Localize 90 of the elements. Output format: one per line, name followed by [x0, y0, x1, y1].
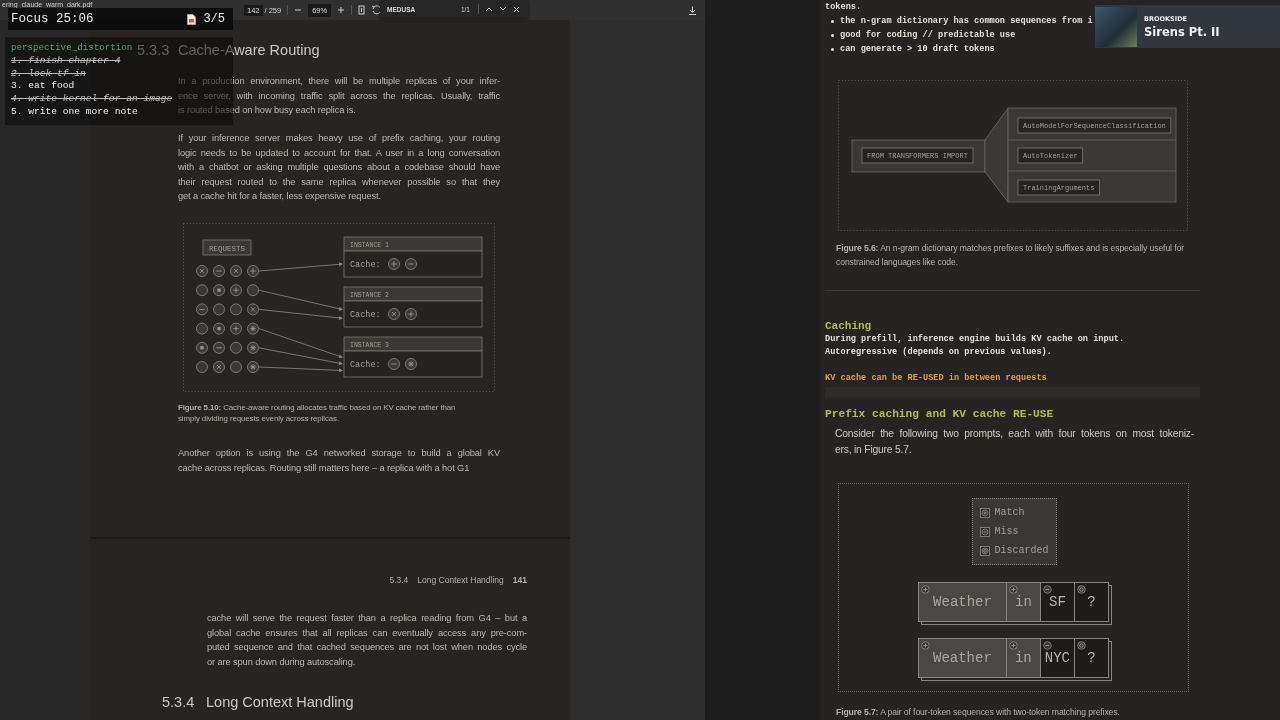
- plus-circle-icon: [230, 322, 242, 335]
- cache-label: Cache:: [350, 360, 381, 370]
- plus-circle-icon: [247, 265, 259, 277]
- legend-label: Miss: [994, 526, 1019, 537]
- page-number: 141: [512, 574, 527, 586]
- todo-item[interactable]: 1. finish chapter 4: [11, 55, 121, 68]
- chevron-down-icon[interactable]: [499, 6, 507, 12]
- asterisk-circle-icon: [247, 341, 259, 354]
- zoom-out-icon[interactable]: [294, 6, 303, 14]
- empty-circle-icon: [213, 303, 225, 316]
- download-icon[interactable]: [688, 5, 697, 15]
- note-text: good for coding // predictable use: [840, 29, 1016, 42]
- x-circle-icon: [196, 265, 208, 277]
- plus-circle-icon: [921, 585, 930, 594]
- dot-circle-icon: [196, 341, 208, 354]
- cache-label: Cache:: [350, 260, 381, 270]
- token-text: ?: [1087, 650, 1096, 666]
- note-heading: Caching: [825, 319, 872, 333]
- note-text: During prefill, inference engine builds KV cache on input.: [825, 333, 1125, 346]
- section-title: Long Context Handling: [206, 694, 354, 710]
- note-text: tokens.: [825, 1, 862, 14]
- minus-circle-icon: [196, 303, 208, 316]
- note-heading: Prefix caching and KV cache RE-USE: [825, 407, 1054, 422]
- note-text: Autoregressive (depends on previous values).: [825, 346, 1052, 359]
- fit-page-icon[interactable]: [358, 5, 366, 15]
- empty-circle-icon: [196, 361, 208, 373]
- token-text: NYC: [1044, 650, 1070, 666]
- body-paragraph: If your inference server makes heavy use of prefix caching, your routing logic needs to be updated to account for that. A user in a long conversation with a chatbot or asking multiple questions about a codebase should have their request routed to the same replica whenever possible so that they get a cache hit for a faster, less expensive request.: [178, 132, 500, 203]
- rotate-icon[interactable]: [371, 5, 382, 15]
- token-text: SF: [1049, 594, 1066, 610]
- minus-circle-icon: [213, 265, 225, 277]
- empty-circle-icon: [230, 361, 242, 373]
- timer-text: Focus 25:06: [11, 12, 94, 26]
- x-circle-icon: [230, 265, 242, 277]
- section-title: Cache-Aware Routing: [178, 42, 320, 58]
- asterisk-circle-icon: [247, 322, 259, 335]
- empty-circle-icon: [196, 284, 208, 297]
- track-title: Sirens Pt. II: [1144, 24, 1220, 39]
- figure-caption: Figure 5.7: A pair of four-token sequences with two-token matching prefixes.: [836, 706, 1120, 718]
- dot-circle-icon: [213, 284, 225, 297]
- todo-item[interactable]: 2. lock tf in: [11, 67, 86, 81]
- plus-circle-icon: [388, 258, 400, 270]
- body-paragraph: Consider the following two prompts, each with four tokens on most tokeniz- ers, in Figure 5.7.: [835, 427, 1194, 457]
- token-text: ?: [1087, 594, 1096, 610]
- x-circle-icon: [247, 303, 259, 316]
- plus-circle-icon: [405, 308, 417, 320]
- legend-label: Discarded: [994, 545, 1049, 556]
- highlighted-note: KV cache can be RE-USED in between requests: [825, 372, 1047, 385]
- token-text: in: [1015, 594, 1032, 610]
- asterisk-circle-icon: [247, 361, 259, 373]
- body-paragraph: cache will serve the request faster than a replica reading from G4 – but a global cache ensures that all replicas can eventually access any pre-com- puted sequence and that cached sequences are not lost when nodes cycle or are spun down during autoscaling.: [207, 612, 527, 669]
- plus-circle-icon: [921, 641, 930, 650]
- document-icon: [187, 13, 197, 25]
- note-text: can generate > 10 draft tokens: [840, 43, 995, 56]
- bullet-icon: [831, 47, 834, 51]
- dot-circle-icon: [213, 322, 225, 335]
- todo-item[interactable]: 5. write one more note: [11, 105, 138, 119]
- close-icon[interactable]: [513, 5, 520, 13]
- minus-circle-icon: [405, 258, 417, 270]
- zoom-in-icon[interactable]: [337, 6, 346, 14]
- minus-circle-icon: [213, 341, 225, 354]
- x-circle-icon: [388, 308, 400, 320]
- section-number: 5.3.3: [137, 42, 171, 58]
- plus-circle-icon: [230, 284, 242, 297]
- cache-label: Cache:: [350, 310, 381, 320]
- todo-item[interactable]: 4. write kernel for an image: [11, 93, 173, 106]
- figure-caption: Figure 5.6: An n-gram dictionary matches prefixes to likely suffixes and is especially useful for constrained languages like code.: [836, 242, 1185, 269]
- legend-label: Match: [994, 507, 1025, 518]
- x-circle-icon: [213, 361, 225, 373]
- bullet-icon: [831, 19, 834, 23]
- bullet-icon: [831, 33, 834, 37]
- minus-circle-icon: [388, 358, 400, 370]
- empty-circle-icon: [247, 284, 259, 297]
- token-text: in: [1014, 650, 1032, 666]
- note-text: the n-gram dictionary has common sequences from i: [840, 15, 1093, 28]
- album-art-placeholder: [1095, 6, 1137, 47]
- token-text: Weather: [933, 650, 992, 666]
- empty-circle-icon: [230, 341, 242, 354]
- empty-circle-icon: [196, 322, 208, 335]
- asterisk-circle-icon: [405, 358, 417, 370]
- session-count: 3/5: [203, 12, 225, 26]
- running-header-title: Long Context Handling: [417, 574, 504, 586]
- todo-item[interactable]: 3. eat food: [11, 80, 75, 94]
- todo-title: perspective_distortion: [11, 41, 133, 55]
- section-number: 5.3.4: [162, 694, 196, 710]
- empty-circle-icon: [230, 303, 242, 316]
- token-text: Weather: [933, 594, 992, 610]
- chevron-up-icon[interactable]: [485, 6, 493, 12]
- running-header-section: 5.3.4: [389, 574, 409, 586]
- body-paragraph: Another option is using the G4 networked storage to build a global KV cache across replicas. Routing still matters here – a replica with a hot G1: [178, 447, 500, 475]
